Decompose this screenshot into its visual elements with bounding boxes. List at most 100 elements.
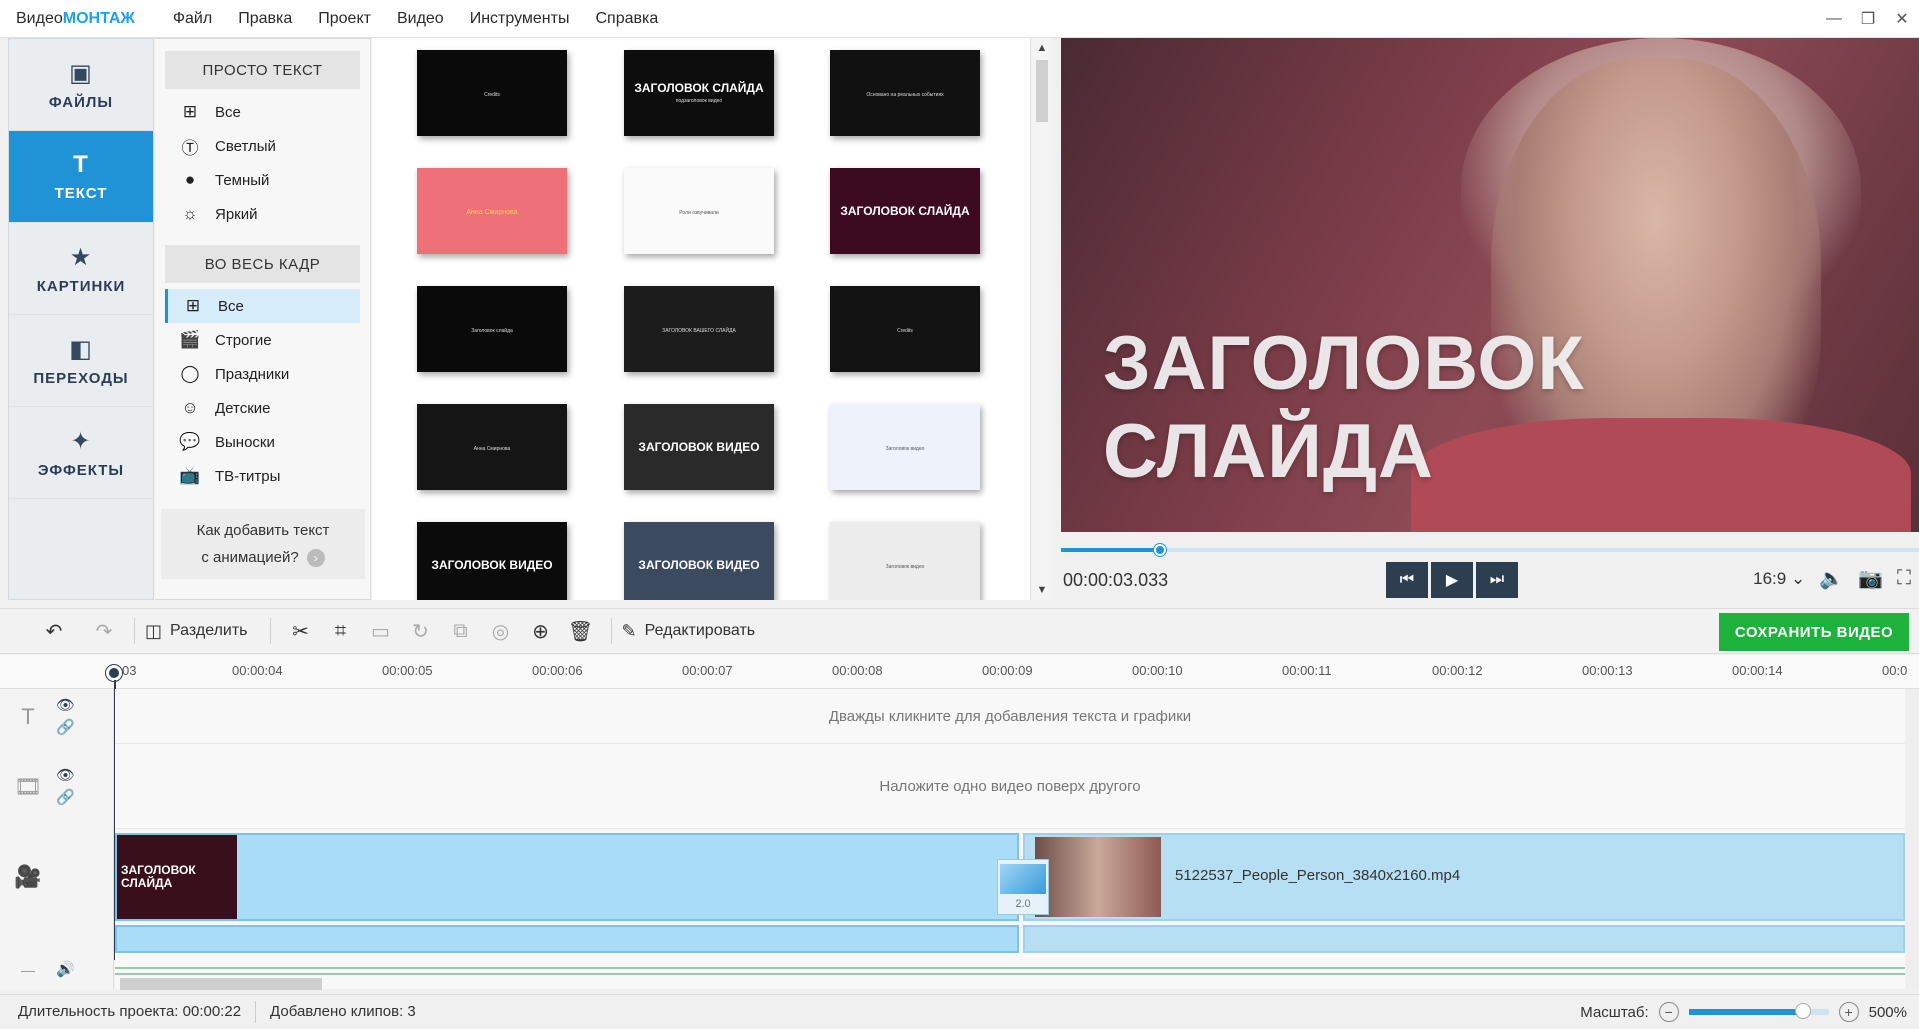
skip-back-icon[interactable]: ⏮ — [1386, 562, 1428, 598]
eye-icon[interactable]: 👁 — [56, 695, 75, 717]
category-callouts[interactable]: 💬 Выноски — [165, 425, 360, 459]
timeline-area[interactable]: Дважды кликните для добавления текста и … — [115, 689, 1905, 989]
clip-audio-track[interactable] — [115, 925, 1019, 953]
skip-forward-icon[interactable]: ⏭ — [1476, 562, 1518, 598]
menu-edit[interactable]: Правка — [238, 10, 292, 28]
menu-file[interactable]: Файл — [173, 10, 212, 28]
scroll-up-icon[interactable]: ▲ — [1031, 42, 1053, 54]
template-thumbnail[interactable]: Credits — [830, 286, 980, 372]
volume-icon[interactable]: 🔈 — [1819, 566, 1844, 591]
scrollbar-thumb[interactable] — [1036, 60, 1048, 122]
link-icon[interactable]: 🔗 — [56, 717, 75, 739]
collapse-icon[interactable]: — — [0, 962, 56, 978]
timeline-hscroll[interactable] — [120, 978, 322, 990]
template-subtitle: Заголовок видео — [885, 445, 925, 452]
nav-pictures[interactable]: ★ КАРТИНКИ — [9, 223, 153, 315]
zoom-slider[interactable] — [1688, 1003, 1829, 1019]
video-preview[interactable]: ЗАГОЛОВОК СЛАЙДА — [1061, 38, 1919, 532]
text-track[interactable]: Дважды кликните для добавления текста и … — [115, 689, 1905, 744]
zoom-out-icon[interactable]: − — [1658, 1002, 1679, 1022]
music-track[interactable] — [115, 967, 1905, 975]
template-subtitle: Credits — [484, 91, 500, 98]
video-clip-title[interactable]: ЗАГОЛОВОК СЛАЙДА — [115, 833, 1019, 921]
speaker-icon[interactable]: 🔊 — [56, 959, 75, 981]
category-dark[interactable]: ● Темный — [165, 163, 360, 197]
trash-icon[interactable]: 🗑 — [561, 611, 601, 651]
overlay-track[interactable]: Наложите одно видео поверх другого — [115, 745, 1905, 829]
add-clip-icon[interactable]: ⊕ — [521, 611, 561, 651]
playback-buttons: ⏮ ▶ ⏭ — [1386, 562, 1518, 598]
save-video-button[interactable]: СОХРАНИТЬ ВИДЕО — [1719, 613, 1909, 651]
template-thumbnail[interactable]: Основано на реальных событиях — [830, 50, 980, 136]
resize-icon[interactable]: ⧉ — [441, 611, 481, 651]
template-thumbnail[interactable]: ЗАГОЛОВОК ВИДЕО — [417, 522, 567, 600]
template-thumbnail[interactable]: Роли озвучивали — [624, 168, 774, 254]
template-thumbnail[interactable]: Анна Смирнова — [417, 404, 567, 490]
zoom-slider-knob[interactable] — [1795, 1003, 1812, 1019]
category-all-fullframe[interactable]: ⊞ Все — [165, 289, 360, 323]
camera-icon[interactable]: 📷 — [1858, 566, 1883, 591]
eye-icon[interactable]: 👁 — [56, 765, 75, 787]
scroll-down-icon[interactable]: ▼ — [1031, 584, 1053, 596]
category-all-simple[interactable]: ⊞ Все — [165, 95, 360, 129]
template-thumbnail[interactable]: ЗАГОЛОВОК ВАШЕГО СЛАЙДА — [624, 286, 774, 372]
template-thumbnail[interactable]: ЗАГОЛОВОК СЛАЙДА подзаголовок видео — [624, 50, 774, 136]
template-thumbnail[interactable]: Заголовок слайда — [417, 286, 567, 372]
aspect-ratio-select[interactable]: 16:9 ⌄ — [1753, 569, 1805, 589]
template-thumbnail[interactable]: Credits — [417, 50, 567, 136]
zoom-in-icon[interactable]: + — [1838, 1002, 1859, 1022]
nav-text[interactable]: T ТЕКСТ — [9, 131, 153, 223]
template-thumbnail[interactable]: Заголовок видео — [830, 522, 980, 600]
template-title: ЗАГОЛОВОК ВИДЕО — [431, 557, 553, 572]
menu-tools[interactable]: Инструменты — [470, 10, 570, 28]
crop-icon[interactable]: ⌗ — [321, 611, 361, 651]
timeline-ruler[interactable]: 03 00:00:04 00:00:05 00:00:06 00:00:07 00:00:… — [0, 655, 1919, 689]
template-thumbnail[interactable]: Заголовок видео — [830, 404, 980, 490]
close-icon[interactable]: ✕ — [1885, 0, 1919, 38]
fullscreen-icon[interactable]: ⛶ — [1897, 567, 1911, 590]
menu-project[interactable]: Проект — [318, 10, 371, 28]
category-strict[interactable]: 🎬 Строгие — [165, 323, 360, 357]
transition-block[interactable]: 2.0 — [997, 859, 1049, 915]
scissors-icon[interactable]: ✂ — [281, 611, 321, 651]
clip-audio-track[interactable] — [1023, 925, 1905, 953]
transition-duration: 2.0 — [1015, 898, 1031, 910]
category-holidays[interactable]: ◯ Праздники — [165, 357, 360, 391]
category-kids[interactable]: ☺ Детские — [165, 391, 360, 425]
menu-video[interactable]: Видео — [397, 10, 444, 28]
edit-label: Редактировать — [644, 622, 756, 639]
progress-knob[interactable] — [1153, 544, 1166, 556]
clapper-icon: 🎬 — [179, 330, 201, 349]
edit-button[interactable]: ✎ Редактировать — [622, 621, 756, 642]
timeline-vscroll[interactable] — [1906, 689, 1919, 989]
stabilize-icon[interactable]: ◎ — [481, 611, 521, 651]
redo-icon[interactable]: ↷ — [84, 611, 124, 651]
category-light[interactable]: Ⓣ Светлый — [165, 129, 360, 163]
frame-icon[interactable]: ▭ — [361, 611, 401, 651]
gallery-scrollbar[interactable]: ▲ ▼ — [1030, 38, 1052, 600]
minimize-icon[interactable]: — — [1817, 0, 1851, 38]
category-bright[interactable]: ☼ Яркий — [165, 197, 360, 231]
category-tv-titles[interactable]: 📺 ТВ-титры — [165, 459, 360, 493]
template-thumbnail[interactable]: ЗАГОЛОВОК ВИДЕО — [624, 522, 774, 600]
nav-files[interactable]: ▣ ФАЙЛЫ — [9, 39, 153, 131]
nav-transitions[interactable]: ◧ ПЕРЕХОДЫ — [9, 315, 153, 407]
play-icon[interactable]: ▶ — [1431, 562, 1473, 598]
playhead-knob[interactable] — [106, 665, 122, 681]
menu-help[interactable]: Справка — [595, 10, 658, 28]
help-animation-link[interactable]: Как добавить текст с анимацией? › — [161, 509, 365, 579]
split-button[interactable]: ◫ Разделить — [145, 621, 248, 642]
video-clip-person[interactable]: 5122537_People_Person_3840x2160.mp4 — [1023, 833, 1905, 921]
undo-icon[interactable]: ↶ — [34, 611, 74, 651]
template-thumbnail[interactable]: Анна Смирнова — [417, 168, 567, 254]
restore-icon[interactable]: ❐ — [1851, 0, 1885, 38]
nav-effects[interactable]: ✦ ЭФФЕКТЫ — [9, 407, 153, 499]
balloon-icon: ◯ — [180, 364, 200, 383]
template-thumbnail[interactable]: ЗАГОЛОВОК ВИДЕО — [624, 404, 774, 490]
template-thumbnail[interactable]: ЗАГОЛОВОК СЛАЙДА — [830, 168, 980, 254]
preview-progress[interactable] — [1061, 544, 1919, 556]
link-icon[interactable]: 🔗 — [56, 787, 75, 809]
rotate-icon[interactable]: ↻ — [401, 611, 441, 651]
text-circle-light-icon: Ⓣ — [181, 138, 199, 158]
template-subtitle: Роли озвучивали — [679, 209, 719, 216]
